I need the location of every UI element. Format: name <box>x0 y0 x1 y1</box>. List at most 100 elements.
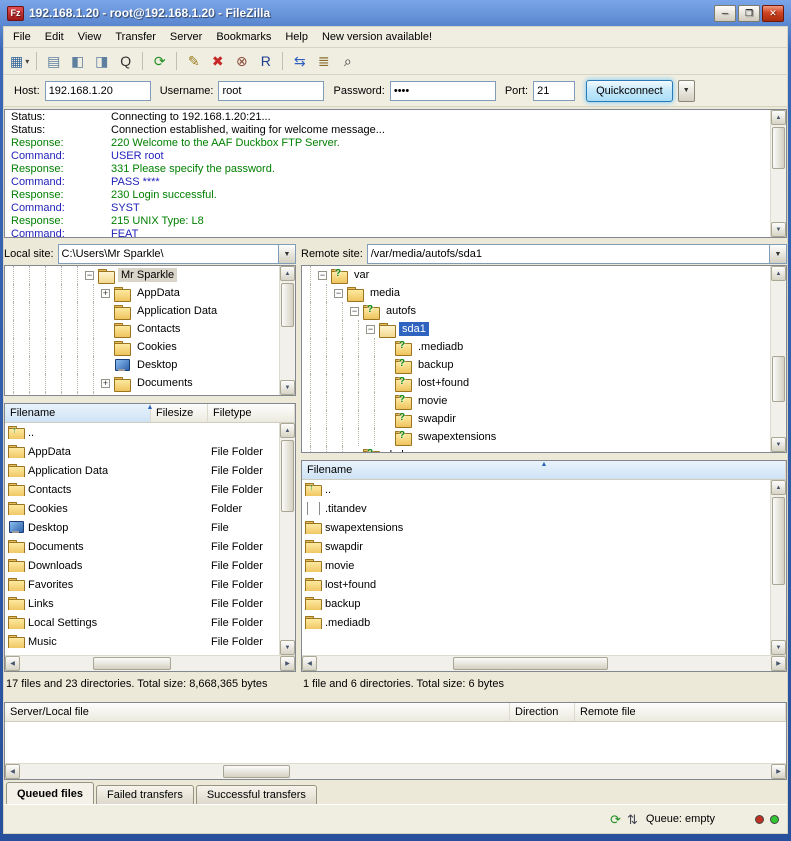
local-file-row-contacts[interactable]: ContactsFile Folder <box>5 480 295 499</box>
scroll-track[interactable] <box>20 656 280 671</box>
remote-file-row-mediadb[interactable]: .mediadb <box>302 613 786 632</box>
scroll-down-icon[interactable] <box>771 437 786 452</box>
menu-item-bookmarks[interactable]: Bookmarks <box>209 28 278 46</box>
toggle-remote-tree-icon[interactable]: ◨ <box>90 50 113 72</box>
scroll-down-icon[interactable] <box>280 380 295 395</box>
site-manager-icon[interactable]: ▦▾ <box>8 50 31 72</box>
refresh-icon[interactable]: ⟳ <box>148 50 171 72</box>
scroll-right-icon[interactable] <box>771 656 786 671</box>
scroll-down-icon[interactable] <box>771 640 786 655</box>
local-tree-item-mr-sparkle[interactable]: −Mr Sparkle <box>5 266 295 284</box>
toggle-message-log-icon[interactable]: ▤ <box>42 50 65 72</box>
local-file-row-favorites[interactable]: FavoritesFile Folder <box>5 575 295 594</box>
scroll-up-icon[interactable] <box>771 266 786 281</box>
tab-queued-files[interactable]: Queued files <box>6 782 94 804</box>
remote-file-row-titandev[interactable]: .titandev <box>302 499 786 518</box>
menu-item-view[interactable]: View <box>71 28 109 46</box>
remote-file-row-backup[interactable]: backup <box>302 594 786 613</box>
remote-list-horizontal-scrollbar[interactable] <box>302 655 786 671</box>
queue-splitter[interactable] <box>4 695 787 702</box>
tree-expander-icon[interactable]: + <box>101 379 110 388</box>
port-input[interactable] <box>533 81 575 101</box>
column-header-server-local-file[interactable]: Server/Local file <box>5 703 510 721</box>
column-header-filename[interactable]: Filename <box>5 404 151 422</box>
scroll-thumb[interactable] <box>772 127 785 169</box>
scroll-right-icon[interactable] <box>771 764 786 779</box>
cancel-icon[interactable]: ✖ <box>206 50 229 72</box>
local-file-row-[interactable]: ↑.. <box>5 423 295 442</box>
filter-icon[interactable]: ✎ <box>182 50 205 72</box>
scroll-track[interactable] <box>317 656 771 671</box>
local-tree-item-desktop[interactable]: Desktop <box>5 356 295 374</box>
scroll-thumb[interactable] <box>281 440 294 512</box>
directory-comparison-icon[interactable]: ⇆ <box>288 50 311 72</box>
local-file-row-application-data[interactable]: Application DataFile Folder <box>5 461 295 480</box>
menu-item-new-version-available[interactable]: New version available! <box>315 28 439 46</box>
remote-list-vertical-scrollbar[interactable] <box>770 480 786 655</box>
password-input[interactable] <box>390 81 496 101</box>
remote-pane-splitter[interactable] <box>301 453 787 460</box>
menu-item-file[interactable]: File <box>6 28 38 46</box>
local-tree-item-application-data[interactable]: Application Data <box>5 302 295 320</box>
local-file-row-local-settings[interactable]: Local SettingsFile Folder <box>5 613 295 632</box>
menu-item-transfer[interactable]: Transfer <box>108 28 163 46</box>
remote-tree-item-swapdir[interactable]: ?swapdir <box>302 410 786 428</box>
scroll-up-icon[interactable] <box>771 480 786 495</box>
combobox-dropdown-icon[interactable] <box>278 245 295 263</box>
remote-tree-item-backup[interactable]: ?backup <box>302 356 786 374</box>
local-file-row-documents[interactable]: DocumentsFile Folder <box>5 537 295 556</box>
local-tree-item-cookies[interactable]: Cookies <box>5 338 295 356</box>
scroll-track[interactable] <box>280 438 295 640</box>
local-tree-item-appdata[interactable]: +AppData <box>5 284 295 302</box>
splitter-collapse-arrow-icon[interactable]: ▲ <box>541 461 548 468</box>
scroll-left-icon[interactable] <box>5 656 20 671</box>
local-pane-splitter[interactable] <box>4 396 296 403</box>
disconnect-icon[interactable]: ⊗ <box>230 50 253 72</box>
local-tree-item-contacts[interactable]: Contacts <box>5 320 295 338</box>
toggle-local-tree-icon[interactable]: ◧ <box>66 50 89 72</box>
local-tree-item-downloads[interactable]: +Downloads <box>5 392 295 396</box>
remote-tree-item-movie[interactable]: ?movie <box>302 392 786 410</box>
tree-expander-icon[interactable]: − <box>366 325 375 334</box>
local-file-row-downloads[interactable]: DownloadsFile Folder <box>5 556 295 575</box>
local-file-row-links[interactable]: LinksFile Folder <box>5 594 295 613</box>
scroll-up-icon[interactable] <box>771 110 786 125</box>
local-list-vertical-scrollbar[interactable] <box>279 423 295 655</box>
menu-item-edit[interactable]: Edit <box>38 28 71 46</box>
combobox-dropdown-icon[interactable] <box>769 245 786 263</box>
remote-tree-item-swapextensions[interactable]: ?swapextensions <box>302 428 786 446</box>
remote-site-combobox[interactable]: /var/media/autofs/sda1 <box>367 244 787 264</box>
local-file-row-music[interactable]: MusicFile Folder <box>5 632 295 651</box>
quickconnect-button[interactable]: Quickconnect <box>586 80 673 102</box>
scroll-left-icon[interactable] <box>302 656 317 671</box>
menu-item-help[interactable]: Help <box>278 28 315 46</box>
remote-tree-item-lost-found[interactable]: ?lost+found <box>302 374 786 392</box>
queue-horizontal-scrollbar[interactable] <box>5 763 786 779</box>
username-input[interactable] <box>218 81 324 101</box>
column-header-filesize[interactable]: Filesize <box>151 404 208 422</box>
remote-file-row-movie[interactable]: movie <box>302 556 786 575</box>
remote-file-row-swapdir[interactable]: swapdir <box>302 537 786 556</box>
synchronized-browsing-icon[interactable]: ≣ <box>312 50 335 72</box>
scroll-thumb[interactable] <box>223 765 291 778</box>
remote-tree-vertical-scrollbar[interactable] <box>770 266 786 452</box>
local-file-row-appdata[interactable]: AppDataFile Folder <box>5 442 295 461</box>
remote-tree-item-autofs[interactable]: −?autofs <box>302 302 786 320</box>
tree-expander-icon[interactable]: + <box>101 289 110 298</box>
scroll-up-icon[interactable] <box>280 423 295 438</box>
scroll-down-icon[interactable] <box>280 640 295 655</box>
tree-expander-icon[interactable]: − <box>350 307 359 316</box>
scroll-thumb[interactable] <box>453 657 607 670</box>
tree-expander-icon[interactable]: − <box>85 271 94 280</box>
toggle-queue-icon[interactable]: Q <box>114 50 137 72</box>
scroll-track[interactable] <box>20 764 771 779</box>
remote-tree-item-sda1[interactable]: −sda1 <box>302 320 786 338</box>
scroll-right-icon[interactable] <box>280 656 295 671</box>
local-file-row-cookies[interactable]: CookiesFolder <box>5 499 295 518</box>
scroll-thumb[interactable] <box>772 497 785 585</box>
column-header-remote-file[interactable]: Remote file <box>575 703 786 721</box>
local-list-horizontal-scrollbar[interactable] <box>5 655 295 671</box>
close-button[interactable]: ✕ <box>762 5 784 22</box>
remote-tree-item-dvd[interactable]: ?dvd <box>302 446 786 453</box>
column-header-filetype[interactable]: Filetype <box>208 404 295 422</box>
